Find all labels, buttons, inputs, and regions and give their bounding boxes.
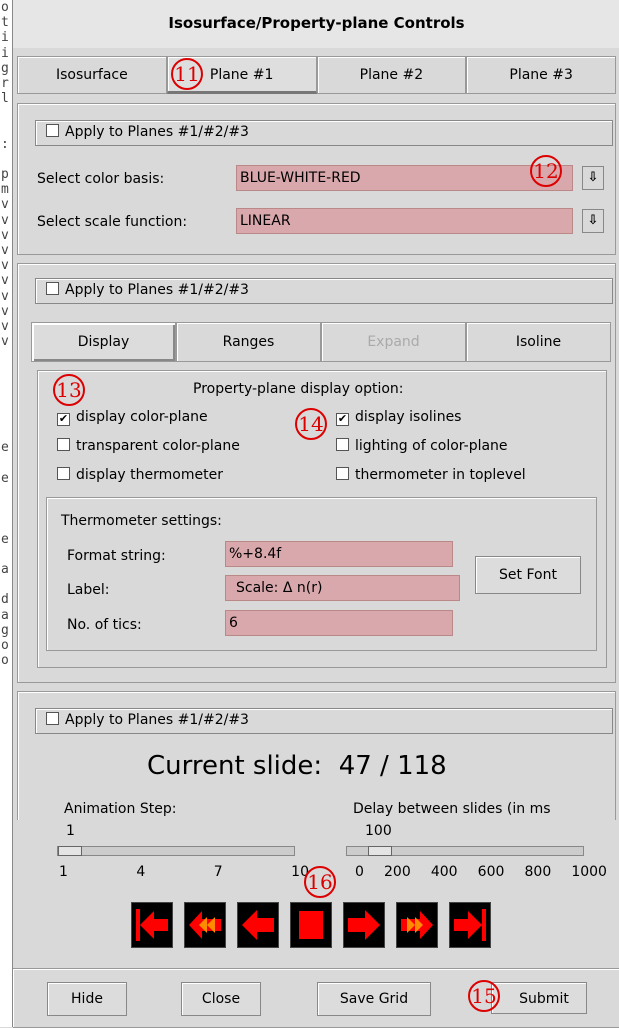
thermometer-label-input[interactable]: Scale: Δ n(r) (225, 575, 460, 601)
fast-backward-icon (189, 911, 221, 939)
tab-plane-3[interactable]: Plane #3 (466, 56, 616, 94)
annotation-11: 11 (171, 58, 203, 90)
stop-icon (299, 911, 323, 939)
delay-ticks: 0 200 400 600 800 1000 (355, 864, 607, 880)
stop-button[interactable] (290, 902, 332, 948)
window-title: Isosurface/Property-plane Controls (13, 0, 619, 48)
scale-function-dropdown-icon[interactable]: ⇩ (582, 209, 604, 233)
slider-handle[interactable] (368, 846, 392, 856)
tics-input[interactable]: 6 (225, 610, 453, 636)
slider-handle[interactable] (58, 846, 82, 856)
submit-button[interactable]: Submit (491, 982, 587, 1014)
display-options-title: Property-plane display option: (193, 381, 404, 397)
checkbox-box (57, 438, 70, 451)
color-basis-label: Select color basis: (37, 171, 165, 187)
thermometer-toplevel-checkbox[interactable]: thermometer in toplevel (336, 467, 526, 483)
subtab-isoline[interactable]: Isoline (466, 322, 611, 362)
color-basis-select[interactable]: BLUE-WHITE-RED (236, 165, 573, 191)
apply-planes-animation-checkbox[interactable]: Apply to Planes #1/#2/#3 (35, 708, 613, 734)
last-frame-button[interactable] (449, 902, 491, 948)
lighting-checkbox[interactable]: lighting of color-plane (336, 438, 508, 454)
apply-planes-color-checkbox[interactable]: Apply to Planes #1/#2/#3 (35, 120, 613, 146)
last-frame-icon (454, 909, 486, 941)
color-basis-dropdown-icon[interactable]: ⇩ (582, 166, 604, 190)
backward-button[interactable] (237, 902, 279, 948)
display-color-plane-checkbox[interactable]: ✔ display color-plane (57, 409, 208, 426)
fast-forward-button[interactable] (396, 902, 438, 948)
checkbox-box (57, 467, 70, 480)
checkbox-checked-icon: ✔ (57, 412, 70, 426)
annotation-14: 14 (295, 408, 327, 440)
checkbox-box (336, 438, 349, 451)
display-thermometer-checkbox[interactable]: display thermometer (57, 467, 223, 483)
checkbox-box (336, 467, 349, 480)
tics-label: No. of tics: (67, 617, 142, 633)
subtab-ranges[interactable]: Ranges (176, 322, 321, 362)
delay-value: 100 (365, 823, 392, 839)
delay-label: Delay between slides (in ms (353, 801, 551, 817)
annotation-12: 12 (530, 155, 562, 187)
checkbox-checked-icon: ✔ (336, 412, 349, 426)
scale-function-label: Select scale function: (37, 214, 188, 230)
backward-icon (242, 910, 274, 940)
subtab-display[interactable]: Display (31, 322, 176, 362)
transparent-color-plane-checkbox[interactable]: transparent color-plane (57, 438, 240, 454)
current-slide-value: 47 / 118 (338, 751, 447, 781)
format-string-label: Format string: (67, 548, 166, 564)
first-frame-icon (136, 909, 168, 941)
animation-step-label: Animation Step: (64, 801, 177, 817)
annotation-15: 15 (468, 980, 500, 1012)
annotation-13: 13 (53, 374, 85, 406)
hide-button[interactable]: Hide (47, 982, 127, 1016)
fast-forward-icon (401, 911, 433, 939)
save-grid-button[interactable]: Save Grid (317, 982, 431, 1016)
display-subtab-bar: Display Ranges Expand Isoline (31, 322, 611, 362)
scale-function-select[interactable]: LINEAR (236, 208, 573, 234)
tab-plane-2[interactable]: Plane #2 (316, 56, 467, 94)
fast-backward-button[interactable] (184, 902, 226, 948)
checkbox-box (46, 282, 59, 295)
current-slide-label: Current slide: 47 / 118 (147, 751, 447, 781)
thermometer-label-label: Label: (67, 582, 110, 598)
set-font-button[interactable]: Set Font (475, 556, 581, 594)
format-string-input[interactable]: %+8.4f (225, 541, 453, 567)
subtab-expand: Expand (321, 322, 466, 362)
controls-window: Isosurface/Property-plane Controls Isosu… (12, 0, 619, 1028)
apply-planes-display-checkbox[interactable]: Apply to Planes #1/#2/#3 (35, 278, 613, 304)
animation-step-ticks: 1 4 7 10 (59, 864, 309, 880)
animation-step-value: 1 (66, 823, 75, 839)
first-frame-button[interactable] (131, 902, 173, 948)
plane-tab-bar: Isosurface Plane #1 Plane #2 Plane #3 (17, 56, 616, 94)
annotation-16: 16 (304, 866, 336, 898)
checkbox-box (46, 124, 59, 137)
forward-icon (348, 910, 380, 940)
checkbox-box (46, 712, 59, 725)
close-button[interactable]: Close (181, 982, 261, 1016)
thermometer-settings-title: Thermometer settings: (61, 513, 222, 529)
tab-isosurface[interactable]: Isosurface (17, 56, 167, 94)
forward-button[interactable] (343, 902, 385, 948)
display-isolines-checkbox[interactable]: ✔ display isolines (336, 409, 461, 426)
animation-step-slider[interactable] (57, 846, 295, 856)
delay-slider[interactable] (346, 846, 584, 856)
